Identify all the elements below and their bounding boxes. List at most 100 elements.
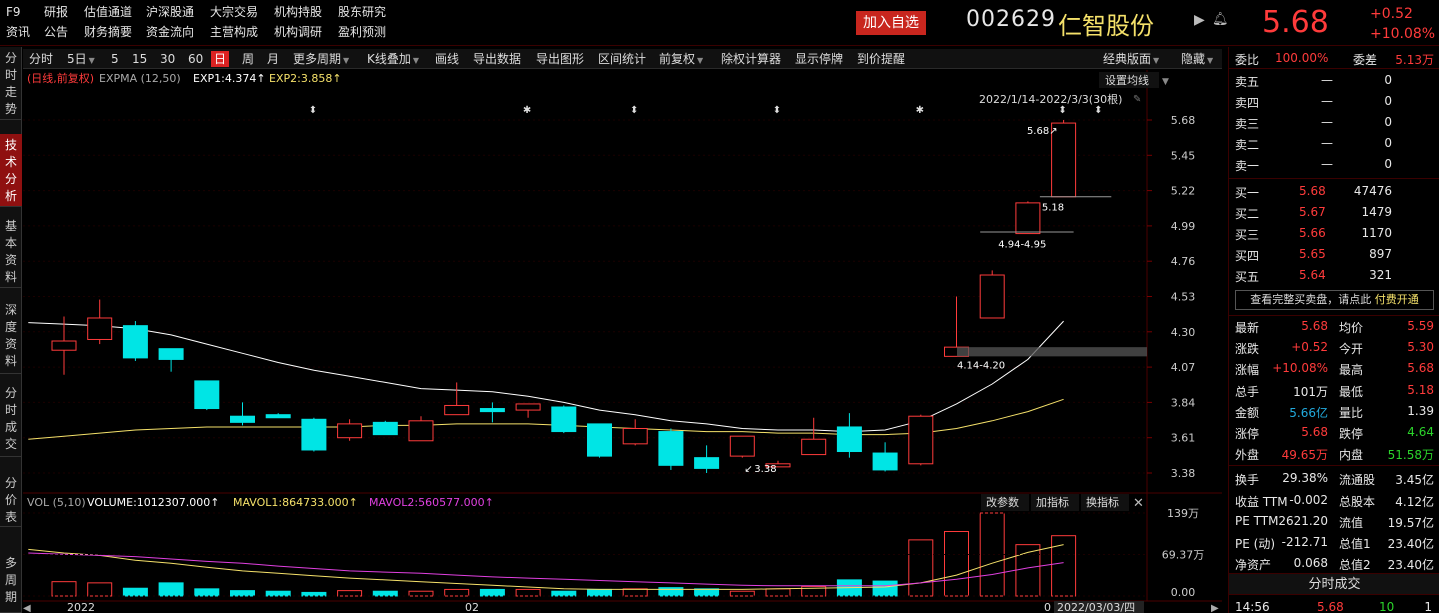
candle-body[interactable] bbox=[337, 423, 363, 439]
candle-body[interactable] bbox=[658, 431, 684, 466]
nav-valuation[interactable]: 估值通道 bbox=[84, 5, 146, 19]
period-month[interactable]: 月 bbox=[267, 51, 279, 67]
ticks-section-title[interactable]: 分时成交 bbox=[1229, 573, 1439, 595]
event-marker-icon[interactable]: ✱ bbox=[916, 105, 924, 116]
nav-connect[interactable]: 沪深股通 bbox=[146, 5, 210, 19]
candle-body[interactable] bbox=[515, 403, 541, 411]
candle-body[interactable] bbox=[372, 421, 398, 436]
cta-text: 查看完整买卖盘，请点此 bbox=[1250, 293, 1375, 306]
candle-body[interactable] bbox=[551, 406, 577, 433]
kline-overlay[interactable]: K线叠加 ▼ bbox=[367, 51, 419, 69]
more-periods[interactable]: 更多周期 ▼ bbox=[293, 51, 349, 69]
event-marker-icon[interactable]: ⬍ bbox=[773, 105, 781, 116]
volume-bar bbox=[515, 588, 541, 597]
hide-button[interactable]: 隐藏 ▼ bbox=[1181, 51, 1213, 69]
export-data[interactable]: 导出数据 bbox=[473, 51, 521, 67]
candle-body[interactable] bbox=[230, 415, 255, 423]
tab-trades[interactable]: 分时成交 bbox=[0, 382, 22, 457]
draw-line[interactable]: 画线 bbox=[435, 51, 459, 67]
period-5min[interactable]: 5 bbox=[111, 51, 119, 67]
candle-body[interactable] bbox=[301, 418, 327, 451]
candle-body[interactable] bbox=[87, 317, 113, 340]
candle-body[interactable] bbox=[158, 348, 184, 360]
bid-price: 5.65 bbox=[1299, 247, 1326, 261]
candle-body[interactable] bbox=[444, 404, 470, 416]
pin-icon[interactable]: ✎ bbox=[1133, 94, 1141, 105]
candle-body[interactable] bbox=[694, 457, 720, 469]
quote-key: 跌停 bbox=[1339, 427, 1364, 441]
quote-key: PE (动) bbox=[1235, 537, 1275, 551]
candle-body[interactable] bbox=[801, 438, 827, 456]
candle-body[interactable] bbox=[122, 325, 148, 359]
period-5day[interactable]: 5日 ▼ bbox=[67, 51, 95, 69]
candle-body[interactable] bbox=[622, 427, 648, 445]
export-graph[interactable]: 导出图形 bbox=[536, 51, 584, 67]
next-stock-icon[interactable]: ▶ bbox=[1194, 12, 1205, 28]
bid-price: 5.68 bbox=[1299, 184, 1326, 198]
price-alert[interactable]: 到价提醒 bbox=[857, 51, 905, 67]
candle-body[interactable] bbox=[587, 423, 612, 457]
quote-key: 总手 bbox=[1235, 384, 1260, 399]
nav-news[interactable]: 资讯 bbox=[6, 25, 44, 39]
tab-deep-info[interactable]: 深度资料 bbox=[0, 299, 22, 374]
nav-survey[interactable]: 机构调研 bbox=[274, 25, 338, 39]
nav-research[interactable]: 研报 bbox=[44, 5, 84, 19]
tab-technical[interactable]: 技术分析 bbox=[0, 134, 22, 207]
tab-price-table[interactable]: 分价表 bbox=[0, 472, 22, 527]
nav-capital-flow[interactable]: 资金流向 bbox=[146, 25, 210, 39]
bid-volume: 1170 bbox=[1361, 226, 1392, 240]
candle-body[interactable] bbox=[979, 274, 1005, 319]
nav-institution-holding[interactable]: 机构持股 bbox=[274, 5, 338, 19]
kline-chart-area[interactable]: (日线,前复权) EXPMA (12,50) EXP1:4.374↑ EXP2:… bbox=[23, 70, 1222, 613]
period-day[interactable]: 日 bbox=[211, 51, 230, 67]
candle-body[interactable] bbox=[265, 414, 291, 419]
f9-label[interactable]: F9 bbox=[6, 5, 44, 19]
event-marker-icon[interactable]: ⬍ bbox=[1094, 105, 1102, 116]
tab-multi-period[interactable]: 多周期 bbox=[0, 552, 22, 613]
quote-value: 4.12亿 bbox=[1395, 494, 1434, 509]
layout-select[interactable]: 经典版面 ▼ bbox=[1103, 51, 1159, 69]
bid-price: 5.66 bbox=[1299, 226, 1326, 240]
candle-body[interactable] bbox=[479, 408, 505, 413]
scroll-left-icon[interactable]: ◀ bbox=[23, 603, 31, 613]
event-marker-icon[interactable]: ⬍ bbox=[630, 105, 638, 116]
candle-body[interactable] bbox=[1015, 202, 1041, 235]
cta-link[interactable]: 付费开通 bbox=[1375, 293, 1419, 306]
candle-body[interactable] bbox=[872, 452, 898, 471]
candle-body[interactable] bbox=[729, 435, 755, 457]
candle-body[interactable] bbox=[194, 380, 220, 410]
nav-business[interactable]: 主营构成 bbox=[210, 25, 274, 39]
period-15min[interactable]: 15 bbox=[132, 51, 147, 67]
close-icon[interactable]: ✕ bbox=[1133, 496, 1144, 511]
candle-body[interactable] bbox=[908, 415, 934, 465]
nav-block-trade[interactable]: 大宗交易 bbox=[210, 5, 274, 19]
nav-announcement[interactable]: 公告 bbox=[44, 25, 84, 39]
event-marker-icon[interactable]: ⬍ bbox=[1058, 105, 1066, 116]
tab-basic-info[interactable]: 基本资料 bbox=[0, 215, 22, 288]
ask-row: 卖二 — 0 bbox=[1229, 133, 1439, 153]
event-marker-icon[interactable]: ⬍ bbox=[309, 105, 317, 116]
nav-shareholder[interactable]: 股东研究 bbox=[338, 5, 404, 19]
range-stats[interactable]: 区间统计 bbox=[598, 51, 646, 67]
ex-rights-calc[interactable]: 除权计算器 bbox=[721, 51, 781, 67]
period-intraday[interactable]: 分时 bbox=[29, 51, 53, 67]
add-watchlist-button[interactable]: 加入自选 bbox=[856, 11, 926, 35]
period-60min[interactable]: 60 bbox=[188, 51, 203, 67]
nav-financial[interactable]: 财务摘要 bbox=[84, 25, 146, 39]
period-30min[interactable]: 30 bbox=[160, 51, 175, 67]
kline-chart[interactable]: (日线,前复权) EXPMA (12,50) EXP1:4.374↑ EXP2:… bbox=[23, 70, 1222, 613]
fq-select[interactable]: 前复权 ▼ bbox=[659, 51, 703, 69]
candle-body[interactable] bbox=[836, 426, 862, 453]
candle-body[interactable] bbox=[408, 420, 434, 442]
alert-bell-icon[interactable]: 🔔︎ bbox=[1212, 12, 1229, 27]
volume-bar bbox=[408, 590, 434, 597]
tab-intraday[interactable]: 分时走势 bbox=[0, 47, 22, 120]
period-week[interactable]: 周 bbox=[242, 51, 254, 67]
full-book-cta[interactable]: 查看完整买卖盘，请点此 付费开通 bbox=[1235, 290, 1434, 310]
nav-forecast[interactable]: 盈利预测 bbox=[338, 25, 404, 39]
event-marker-icon[interactable]: ✱ bbox=[523, 105, 531, 116]
show-suspension[interactable]: 显示停牌 bbox=[795, 51, 843, 67]
quote-value: 5.68 bbox=[1407, 361, 1434, 376]
candle-body[interactable] bbox=[51, 340, 77, 351]
scroll-right-icon[interactable]: ▶ bbox=[1211, 603, 1219, 613]
